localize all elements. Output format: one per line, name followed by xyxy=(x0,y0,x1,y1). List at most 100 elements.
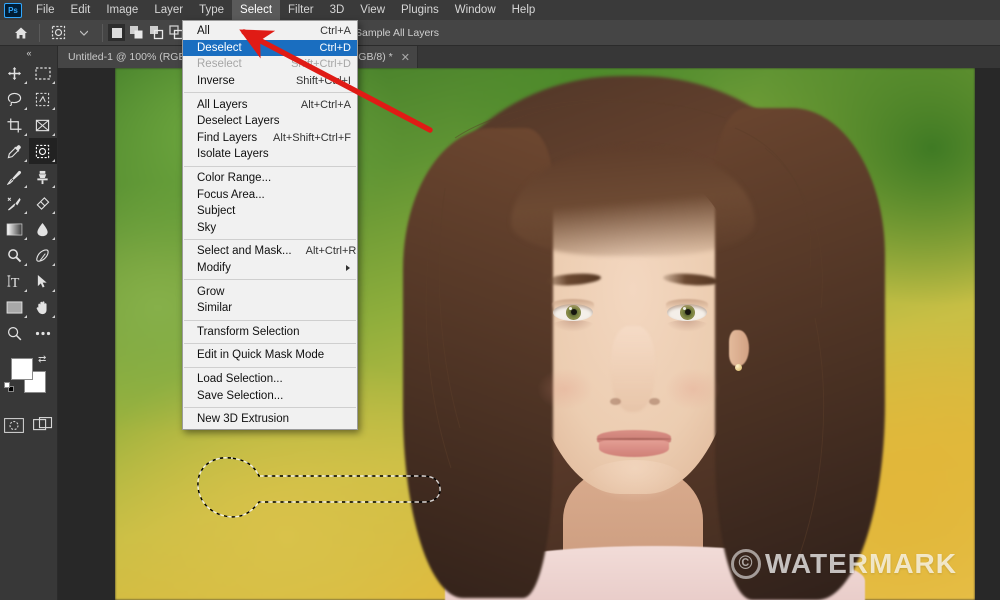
more-tools-icon[interactable] xyxy=(29,320,58,346)
menu-item-label: Sky xyxy=(197,221,217,234)
menu-file[interactable]: File xyxy=(28,0,63,20)
menu-plugins[interactable]: Plugins xyxy=(393,0,447,20)
menu-bar: Ps File Edit Image Layer Type Select Fil… xyxy=(0,0,1000,20)
menu-filter[interactable]: Filter xyxy=(280,0,322,20)
hand-tool[interactable] xyxy=(29,294,58,320)
menu-item-similar[interactable]: Similar xyxy=(183,300,357,317)
menu-item-label: Load Selection... xyxy=(197,372,283,385)
photoshop-logo-icon: Ps xyxy=(4,2,22,18)
tools-panel: « T ⇄ xyxy=(0,46,58,600)
collapse-panel-icon[interactable]: « xyxy=(0,46,57,60)
menu-item-shortcut: Alt+Shift+Ctrl+F xyxy=(273,131,351,144)
menu-item-transform-selection[interactable]: Transform Selection xyxy=(183,324,357,341)
submenu-arrow-icon xyxy=(346,265,350,272)
add-to-selection-button[interactable] xyxy=(128,24,145,41)
crop-tool[interactable] xyxy=(0,112,29,138)
menu-item-inverse[interactable]: Inverse Shift+Ctrl+I xyxy=(183,73,357,90)
menu-item-label: Find Layers xyxy=(197,131,258,144)
menu-type[interactable]: Type xyxy=(191,0,232,20)
menu-item-label: Reselect xyxy=(197,58,242,71)
menu-item-subject[interactable]: Subject xyxy=(183,203,357,220)
object-selection-tool[interactable] xyxy=(29,86,58,112)
watermark-text: WATERMARK xyxy=(764,548,957,579)
menu-item-label: All Layers xyxy=(197,98,248,111)
menu-item-label: Edit in Quick Mask Mode xyxy=(197,349,325,362)
move-tool[interactable] xyxy=(0,60,29,86)
menu-item-shortcut: Ctrl+A xyxy=(320,25,351,38)
menu-item-label: Subject xyxy=(197,205,236,218)
menu-select[interactable]: Select xyxy=(232,0,281,20)
eraser-tool[interactable] xyxy=(29,190,58,216)
foreground-color-swatch[interactable] xyxy=(11,358,33,380)
menu-item-label: Similar xyxy=(197,302,233,315)
menu-item-label: Focus Area... xyxy=(197,188,265,201)
menu-item-focus-area[interactable]: Focus Area... xyxy=(183,186,357,203)
menu-help[interactable]: Help xyxy=(504,0,544,20)
menu-item-save-selection[interactable]: Save Selection... xyxy=(183,387,357,404)
lasso-tool[interactable] xyxy=(0,86,29,112)
menu-item-sky[interactable]: Sky xyxy=(183,220,357,237)
menu-separator xyxy=(184,239,356,241)
shape-tool[interactable] xyxy=(0,294,29,320)
menu-item-label: All xyxy=(197,25,210,38)
menu-item-isolate-layers[interactable]: Isolate Layers xyxy=(183,146,357,163)
swap-colors-icon[interactable]: ⇄ xyxy=(38,354,46,365)
menu-item-label: Color Range... xyxy=(197,172,272,185)
menu-item-all[interactable]: All Ctrl+A xyxy=(183,23,357,40)
menu-item-load-selection[interactable]: Load Selection... xyxy=(183,371,357,388)
screen-mode-icon[interactable] xyxy=(30,414,56,436)
zoom-tool[interactable] xyxy=(0,320,29,346)
healing-brush-tool[interactable] xyxy=(0,190,29,216)
menu-view[interactable]: View xyxy=(352,0,393,20)
pen-tool[interactable] xyxy=(29,242,58,268)
menu-item-label: Deselect Layers xyxy=(197,115,280,128)
menu-item-label: Modify xyxy=(197,262,231,275)
menu-separator xyxy=(184,279,356,281)
menu-item-shortcut: Ctrl+D xyxy=(319,41,351,54)
menu-separator xyxy=(184,165,356,167)
new-selection-button[interactable] xyxy=(108,24,125,41)
menu-edit[interactable]: Edit xyxy=(63,0,99,20)
sample-all-layers-label: Sample All Layers xyxy=(355,26,440,39)
dodge-tool[interactable] xyxy=(0,242,29,268)
menu-item-deselect[interactable]: Deselect Ctrl+D xyxy=(183,39,357,57)
menu-image[interactable]: Image xyxy=(98,0,146,20)
menu-item-new-3d-extrusion[interactable]: New 3D Extrusion xyxy=(183,411,357,428)
rectangular-marquee-tool[interactable] xyxy=(29,60,58,86)
menu-item-find-layers[interactable]: Find Layers Alt+Shift+Ctrl+F xyxy=(183,130,357,147)
quick-mask-icon[interactable] xyxy=(1,414,27,436)
home-icon[interactable] xyxy=(8,22,34,44)
menu-item-label: Isolate Layers xyxy=(197,148,269,161)
menu-item-label: Save Selection... xyxy=(197,389,284,402)
menu-item-reselect: Reselect Shift+Ctrl+D xyxy=(183,56,357,73)
quick-selection-tool[interactable] xyxy=(28,138,57,164)
gradient-tool[interactable] xyxy=(0,216,29,242)
blur-tool[interactable] xyxy=(29,216,58,242)
brush-tool[interactable] xyxy=(0,164,29,190)
menu-item-label: Select and Mask... xyxy=(197,245,292,258)
menu-item-deselect-layers[interactable]: Deselect Layers xyxy=(183,113,357,130)
menu-item-grow[interactable]: Grow xyxy=(183,283,357,300)
path-selection-tool[interactable] xyxy=(29,268,58,294)
default-colors-icon[interactable] xyxy=(4,382,14,392)
clone-stamp-tool[interactable] xyxy=(29,164,58,190)
select-menu-dropdown[interactable]: All Ctrl+A Deselect Ctrl+D Reselect Shift+Ctr… xyxy=(182,20,358,431)
menu-separator xyxy=(184,366,356,368)
menu-item-modify[interactable]: Modify xyxy=(183,260,357,277)
menu-3d[interactable]: 3D xyxy=(322,0,353,20)
type-tool[interactable]: T xyxy=(0,268,29,294)
menu-item-all-layers[interactable]: All Layers Alt+Ctrl+A xyxy=(183,96,357,113)
close-icon[interactable]: ✕ xyxy=(401,51,410,64)
document-tab-title-left: Untitled-1 @ 100% (RGB/ xyxy=(68,51,189,63)
tool-preset-chevron-down-icon[interactable] xyxy=(71,22,97,44)
menu-item-edit-in-quick-mask-mode[interactable]: Edit in Quick Mask Mode xyxy=(183,347,357,364)
menu-layer[interactable]: Layer xyxy=(146,0,191,20)
quick-selection-tool-icon[interactable] xyxy=(45,22,71,44)
frame-tool[interactable] xyxy=(29,112,58,138)
menu-item-color-range[interactable]: Color Range... xyxy=(183,170,357,187)
marching-ants-selection[interactable] xyxy=(189,450,449,530)
menu-item-select-and-mask[interactable]: Select and Mask... Alt+Ctrl+R xyxy=(183,243,357,260)
menu-window[interactable]: Window xyxy=(447,0,504,20)
eyedropper-tool[interactable] xyxy=(0,138,29,164)
subtract-from-selection-button[interactable] xyxy=(148,24,165,41)
